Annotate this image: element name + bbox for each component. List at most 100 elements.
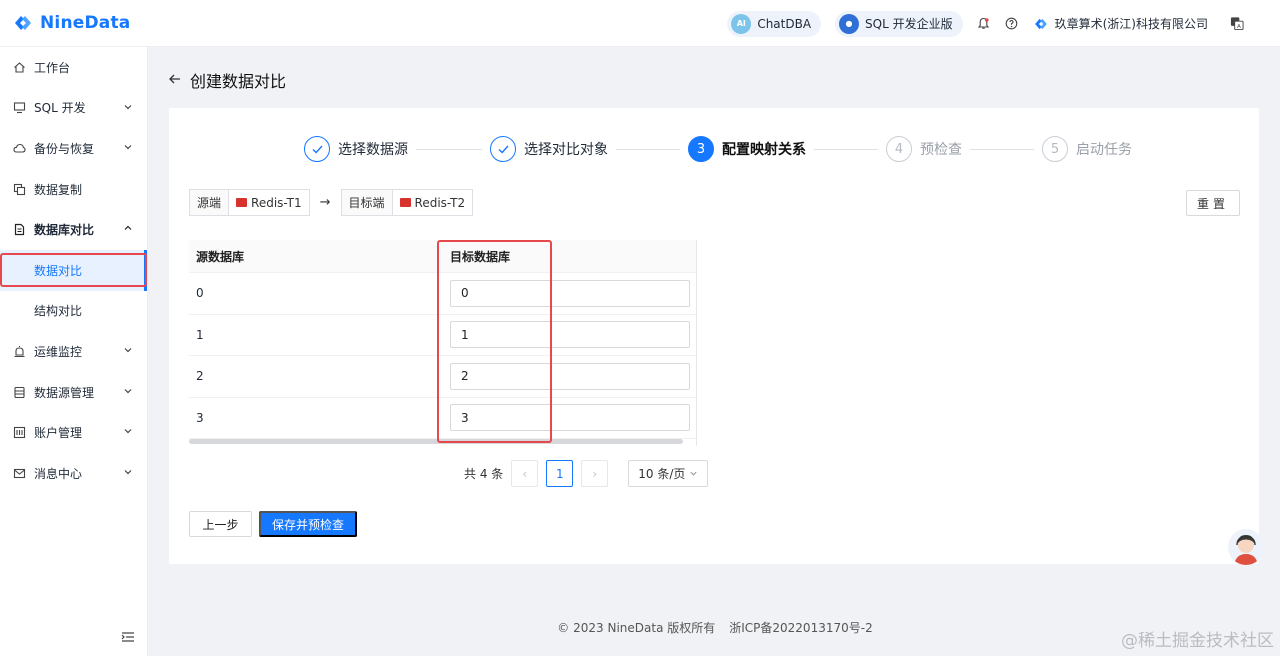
organization-switcher[interactable]: 玖章算术(浙江)科技有限公司	[1033, 15, 1208, 32]
account-icon	[12, 426, 26, 440]
source-db-cell: 3	[196, 410, 204, 425]
page-size-select[interactable]: 10 条/页	[628, 460, 709, 487]
step-connector	[970, 148, 1034, 150]
page-title: 创建数据对比	[190, 72, 287, 91]
sql-edition-label: SQL 开发企业版	[865, 17, 953, 31]
table-header: 源数据库 目标数据库	[189, 240, 697, 273]
step-start-task: 5 启动任务	[1042, 136, 1132, 162]
step-number: 5	[1042, 136, 1068, 162]
column-header-source: 源数据库	[196, 249, 245, 264]
bell-icon[interactable]	[977, 17, 991, 31]
table-row: 2 2	[189, 356, 697, 398]
sidebar-item-data-compare[interactable]: 数据对比	[0, 249, 147, 291]
ai-icon: AI	[731, 13, 752, 34]
target-db-input[interactable]: 0	[450, 279, 690, 307]
sidebar-item-label: 数据库对比	[34, 223, 95, 238]
next-page-button[interactable]: ›	[581, 460, 609, 487]
source-db-cell: 0	[196, 286, 204, 301]
sidebar-item-workbench[interactable]: 工作台	[0, 47, 147, 88]
alarm-icon	[12, 344, 26, 358]
icp-link[interactable]: 浙ICP备2022013170号-2	[729, 619, 872, 636]
chatdba-label: ChatDBA	[757, 16, 812, 31]
back-arrow-icon[interactable]	[168, 71, 182, 90]
sidebar-item-monitoring[interactable]: 运维监控	[0, 331, 147, 372]
page-number-button[interactable]: 1	[546, 460, 574, 487]
table-row: 1 1	[189, 315, 697, 356]
chevron-down-icon	[123, 345, 133, 355]
step-connector	[616, 148, 680, 150]
target-db-cell: 1	[438, 321, 697, 349]
chevron-down-icon	[123, 426, 133, 436]
arrow-right-icon: →	[319, 195, 331, 210]
target-db-cell: 2	[438, 362, 697, 390]
support-avatar[interactable]	[1228, 529, 1264, 565]
table-row: 0 0	[189, 273, 697, 315]
svg-text:A: A	[1237, 24, 1241, 30]
customer-service-icon	[1234, 535, 1258, 565]
sidebar-item-label: 工作台	[34, 60, 71, 75]
step-number: 3	[688, 136, 714, 162]
mapping-table: 源数据库 目标数据库 0 0 1 1 2 2 3 3	[189, 240, 697, 439]
check-icon	[490, 136, 516, 162]
page-size-value: 10 条/页	[638, 467, 686, 481]
sidebar-item-label: 数据对比	[34, 263, 83, 278]
copyright-text: © 2023 NineData 版权所有	[557, 621, 716, 635]
sidebar-item-replication[interactable]: 数据复制	[0, 169, 147, 210]
sidebar-item-db-compare[interactable]: 数据库对比	[0, 209, 147, 250]
sidebar-item-label: 结构对比	[34, 304, 83, 319]
chevron-up-icon	[123, 223, 133, 233]
cloud-icon	[12, 141, 26, 155]
reset-button[interactable]: 重置	[1186, 190, 1240, 216]
step-number: 4	[886, 136, 912, 162]
sidebar-item-label: 运维监控	[34, 344, 83, 359]
prev-page-button[interactable]: ‹	[511, 460, 539, 487]
language-icon[interactable]: A	[1230, 17, 1244, 31]
sidebar-item-datasource[interactable]: 数据源管理	[0, 372, 147, 413]
sidebar-item-backup[interactable]: 备份与恢复	[0, 128, 147, 169]
save-and-precheck-button[interactable]: 保存并预检查	[259, 511, 357, 537]
source-value: Redis-T1	[229, 189, 310, 216]
target-db-cell: 0	[438, 279, 697, 307]
target-label: 目标端	[340, 189, 393, 216]
sidebar: 工作台 SQL 开发 备份与恢复 数据复制 数据库对比 数据对比 结构对比 运维…	[0, 47, 148, 656]
redis-icon	[236, 198, 248, 207]
table-row: 3 3	[189, 398, 697, 439]
database-icon	[12, 385, 26, 399]
step-label: 选择对比对象	[524, 142, 608, 158]
horizontal-scrollbar[interactable]	[189, 439, 683, 444]
step-precheck: 4 预检查	[886, 136, 962, 162]
sidebar-item-label: 账户管理	[34, 426, 83, 441]
logo[interactable]: NineData	[12, 12, 130, 34]
source-value-text: Redis-T1	[251, 195, 302, 210]
active-indicator	[144, 249, 147, 291]
help-icon[interactable]	[1005, 17, 1019, 31]
target-db-input[interactable]: 3	[450, 404, 690, 432]
target-db-input[interactable]: 1	[450, 321, 690, 349]
page-header: 创建数据对比	[168, 68, 286, 92]
prev-step-button[interactable]: 上一步	[189, 511, 252, 537]
sidebar-item-messages[interactable]: 消息中心	[0, 453, 147, 494]
sidebar-item-sql-dev[interactable]: SQL 开发	[0, 88, 147, 129]
sidebar-item-label: 数据复制	[34, 182, 83, 197]
watermark: @稀土掘金技术社区	[1121, 631, 1274, 651]
logo-text: NineData	[40, 13, 131, 33]
globe-icon: ●	[839, 13, 860, 34]
org-name: 玖章算术(浙江)科技有限公司	[1054, 17, 1208, 31]
mail-icon	[12, 466, 26, 480]
top-bar: NineData AI ChatDBA ● SQL 开发企业版 玖章算术(浙江)…	[0, 0, 1280, 47]
target-value: Redis-T2	[392, 189, 474, 216]
step-connector	[416, 148, 482, 150]
chevron-down-icon	[123, 142, 133, 152]
step-label: 预检查	[920, 142, 962, 158]
step-label: 启动任务	[1076, 142, 1132, 158]
table-right-border	[696, 240, 697, 446]
sidebar-item-label: SQL 开发	[34, 101, 86, 116]
monitor-icon	[12, 101, 26, 115]
target-db-input[interactable]: 2	[450, 362, 690, 390]
step-connector	[814, 148, 878, 150]
chatdba-button[interactable]: AI ChatDBA	[727, 10, 822, 37]
sidebar-item-accounts[interactable]: 账户管理	[0, 412, 147, 453]
footer: © 2023 NineData 版权所有 浙ICP备2022013170号-2	[0, 619, 1280, 636]
sql-edition-button[interactable]: ● SQL 开发企业版	[835, 10, 963, 37]
sidebar-item-schema-compare[interactable]: 结构对比	[0, 291, 147, 332]
